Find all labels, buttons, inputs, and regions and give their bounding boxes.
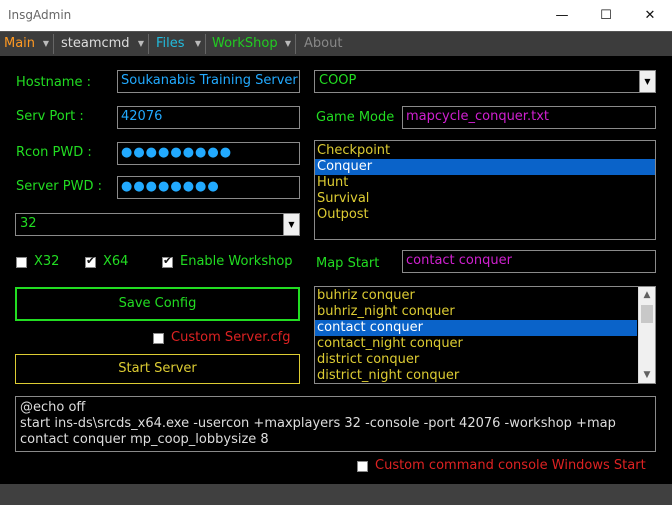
server-pwd-label: Server PWD : [16, 179, 102, 194]
list-item[interactable]: district conquer [315, 352, 637, 368]
checkmark-icon: ✔ [163, 254, 173, 267]
list-item[interactable]: contact_night conquer [315, 336, 637, 352]
x32-label: X32 [34, 254, 60, 269]
start-server-button[interactable]: Start Server [15, 354, 300, 384]
status-bar [0, 484, 672, 505]
minimize-button[interactable]: — [540, 0, 584, 31]
menu-steamcmd[interactable]: steamcmd ▼ [57, 32, 147, 56]
list-item-selected[interactable]: Conquer [315, 159, 655, 175]
hostname-label: Hostname : [16, 75, 91, 90]
map-list[interactable]: buhriz conquer buhriz_night conquer cont… [314, 286, 656, 384]
max-players-value: 32 [20, 216, 37, 231]
custom-console-checkbox[interactable] [357, 461, 368, 472]
serv-port-label: Serv Port : [16, 109, 84, 124]
x32-checkbox[interactable] [16, 257, 27, 268]
enable-workshop-label: Enable Workshop [180, 254, 293, 269]
menu-separator [295, 34, 296, 54]
map-start-input[interactable]: contact conquer [402, 250, 656, 273]
close-button[interactable]: ✕ [628, 0, 672, 31]
chevron-down-icon: ▼ [194, 39, 201, 48]
list-item-selected[interactable]: contact conquer [315, 320, 637, 336]
menu-workshop-label: WorkShop [212, 36, 278, 51]
menu-about[interactable]: About [300, 32, 350, 56]
menu-workshop[interactable]: WorkShop ▼ [208, 32, 294, 56]
server-pwd-input[interactable]: ●●●●●●●● [117, 176, 300, 199]
menu-main-label: Main [4, 36, 36, 51]
chevron-down-icon: ▼ [42, 39, 49, 48]
dropdown-arrow-icon[interactable]: ▼ [283, 214, 299, 235]
custom-server-cfg-checkbox[interactable] [153, 333, 164, 344]
menu-bar: Main ▼ steamcmd ▼ Files ▼ WorkShop ▼ About [0, 31, 672, 56]
rcon-pwd-input[interactable]: ●●●●●●●●● [117, 142, 300, 165]
dropdown-arrow-icon[interactable]: ▼ [639, 71, 655, 92]
mapcycle-input[interactable]: mapcycle_conquer.txt [402, 106, 656, 129]
map-start-label: Map Start [316, 256, 380, 271]
chevron-down-icon: ▼ [284, 39, 291, 48]
scroll-thumb[interactable] [641, 305, 653, 323]
menu-files[interactable]: Files ▼ [152, 32, 204, 56]
menu-separator [205, 34, 206, 54]
window-title: InsgAdmin [8, 8, 72, 22]
x64-label: X64 [103, 254, 129, 269]
save-config-button[interactable]: Save Config [15, 287, 300, 321]
maximize-button[interactable]: ☐ [584, 0, 628, 31]
scroll-up-icon[interactable]: ▲ [639, 287, 655, 303]
map-list-scrollbar[interactable]: ▲ ▼ [638, 287, 655, 383]
serv-port-input[interactable]: 42076 [117, 106, 300, 129]
max-players-select[interactable]: 32 ▼ [15, 213, 300, 236]
list-item[interactable]: Survival [315, 191, 655, 207]
console-command-textarea[interactable]: @echo off start ins-ds\srcds_x64.exe -us… [15, 396, 656, 452]
list-item[interactable]: buhriz conquer [315, 288, 637, 304]
chevron-down-icon: ▼ [137, 39, 144, 48]
menu-separator [53, 34, 54, 54]
game-mode-list[interactable]: Checkpoint Conquer Hunt Survival Outpost [314, 140, 656, 240]
title-bar: InsgAdmin — ☐ ✕ [0, 0, 672, 31]
rcon-pwd-label: Rcon PWD : [16, 145, 92, 160]
list-item[interactable]: Outpost [315, 207, 655, 223]
menu-steamcmd-label: steamcmd [61, 36, 130, 51]
menu-main[interactable]: Main ▼ [0, 32, 52, 56]
list-item[interactable]: Checkpoint [315, 143, 655, 159]
game-mode-label: Game Mode [316, 110, 395, 125]
enable-workshop-checkbox[interactable]: ✔ [162, 254, 173, 268]
list-item[interactable]: buhriz_night conquer [315, 304, 637, 320]
list-item[interactable]: district_night conquer [315, 368, 637, 384]
menu-about-label: About [304, 36, 343, 51]
hostname-input[interactable]: Soukanabis Training Server [117, 70, 300, 93]
x64-checkbox[interactable]: ✔ [85, 254, 96, 268]
menu-separator [148, 34, 149, 54]
menu-files-label: Files [156, 36, 185, 51]
custom-console-label: Custom command console Windows Start [375, 458, 646, 473]
scroll-down-icon[interactable]: ▼ [639, 367, 655, 383]
list-item[interactable]: Hunt [315, 175, 655, 191]
checkmark-icon: ✔ [86, 254, 96, 267]
custom-server-cfg-label: Custom Server.cfg [171, 330, 291, 345]
game-type-select[interactable]: COOP ▼ [314, 70, 656, 93]
game-type-value: COOP [319, 73, 357, 88]
